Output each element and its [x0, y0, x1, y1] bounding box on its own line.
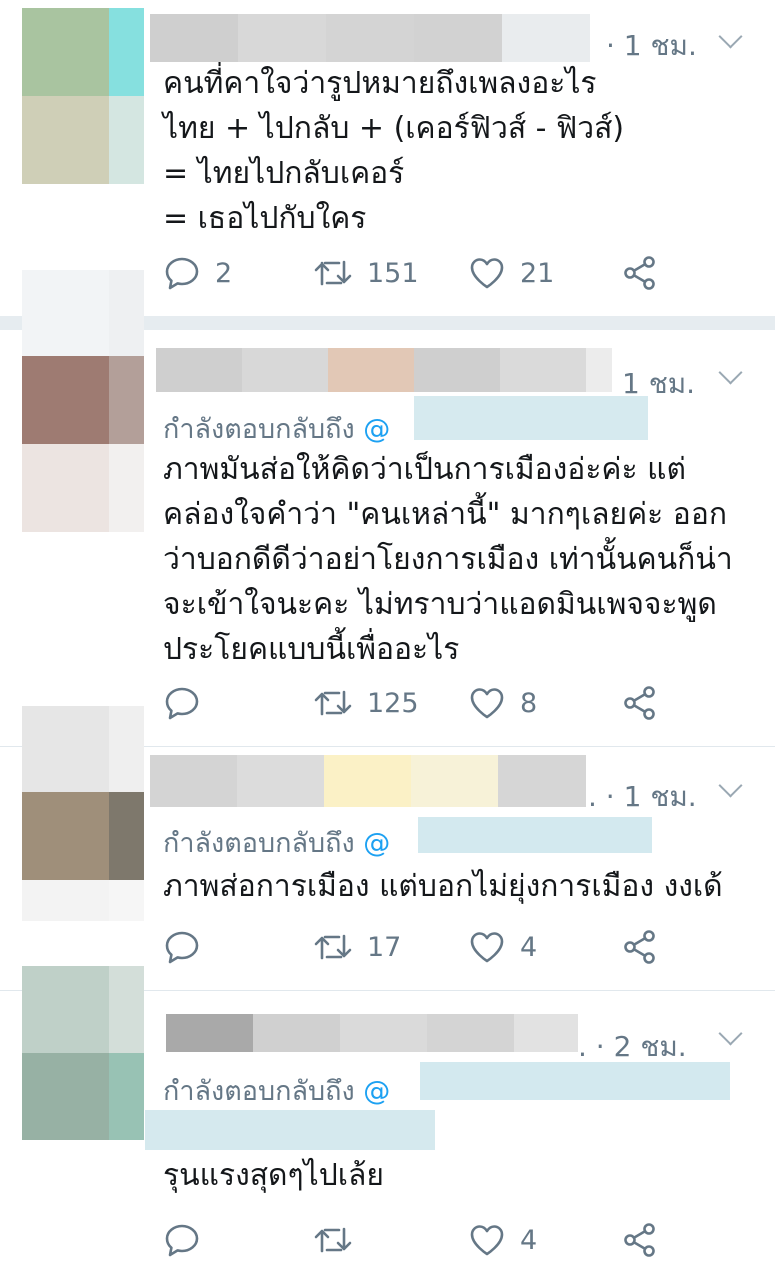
- tweet-text: คนที่คาใจว่ารูปหมายถึงเพลงอะไร ไทย + ไปก…: [163, 66, 625, 236]
- replying-to: กำลังตอบกลับถึง @: [163, 407, 390, 450]
- tweet-text: รุนแรงสุดๆไปเล้ย: [163, 1158, 384, 1193]
- reply-icon: [165, 1224, 199, 1257]
- reply-icon: [165, 931, 199, 964]
- like-button[interactable]: 4: [468, 927, 537, 967]
- heart-icon: [470, 1225, 504, 1256]
- share-icon: [624, 1223, 655, 1257]
- action-bar: 125 8: [163, 683, 703, 723]
- like-count: 21: [520, 257, 555, 289]
- tweet-text: ภาพมันส่อให้คิดว่าเป็นการเมืองอ่ะค่ะ แต่…: [163, 452, 733, 667]
- like-count: 8: [520, 687, 538, 719]
- mention-redacted-line-2: [145, 1110, 435, 1150]
- reply-button[interactable]: [163, 683, 215, 723]
- tweet-3[interactable]: . · 1 ชม. กำลังตอบกลับถึง @ ภาพส่อการเมื…: [0, 706, 775, 990]
- reply-icon: [165, 257, 199, 290]
- avatar[interactable]: [22, 8, 144, 184]
- retweet-count: 17: [367, 931, 402, 963]
- retweet-count: 151: [367, 257, 419, 289]
- reply-button[interactable]: 2: [163, 253, 232, 293]
- author-name-redacted: [156, 348, 612, 392]
- tweet-1[interactable]: · 1 ชม. คนที่คาใจว่ารูปหมายถึงเพลงอะไร ไ…: [0, 0, 775, 316]
- reply-button[interactable]: [163, 1220, 215, 1260]
- chevron-down-icon[interactable]: [718, 1021, 743, 1046]
- action-bar: 17 4: [163, 927, 703, 967]
- heart-icon: [470, 258, 504, 289]
- reply-button[interactable]: [163, 927, 215, 967]
- reply-mention[interactable]: @: [363, 828, 390, 859]
- share-button[interactable]: [621, 1220, 659, 1260]
- share-icon: [624, 930, 655, 964]
- chevron-down-icon[interactable]: [718, 360, 743, 385]
- author-name-redacted: [150, 14, 590, 62]
- retweet-button[interactable]: 151: [313, 253, 419, 293]
- reply-mention[interactable]: @: [363, 1076, 390, 1107]
- retweet-button[interactable]: 125: [313, 683, 419, 723]
- retweet-icon: [314, 1227, 352, 1253]
- heart-icon: [470, 932, 504, 963]
- like-button[interactable]: 8: [468, 683, 537, 723]
- replying-to-label: กำลังตอบกลับถึง: [163, 414, 355, 445]
- like-count: 4: [520, 931, 538, 963]
- retweet-button[interactable]: 17: [313, 927, 401, 967]
- retweet-count: 125: [367, 687, 419, 719]
- share-icon: [624, 686, 655, 720]
- reply-icon: [165, 687, 199, 720]
- timestamp: . · 1 ชม.: [588, 780, 697, 813]
- action-bar: 2 151 21: [163, 253, 703, 293]
- chevron-down-icon[interactable]: [718, 24, 743, 49]
- like-count: 4: [520, 1224, 538, 1256]
- replying-to: กำลังตอบกลับถึง @: [163, 1069, 390, 1112]
- replying-to: กำลังตอบกลับถึง @: [163, 821, 390, 864]
- action-bar: 4: [163, 1220, 703, 1260]
- retweet-icon: [314, 260, 352, 286]
- share-button[interactable]: [621, 683, 659, 723]
- author-name-redacted: [166, 1014, 578, 1052]
- chevron-down-icon[interactable]: [718, 773, 743, 798]
- like-button[interactable]: 21: [468, 253, 554, 293]
- tweet-4[interactable]: . · 2 ชม. กำลังตอบกลับถึง @ รุนแรงสุดๆไป…: [0, 966, 775, 1280]
- avatar[interactable]: [22, 966, 144, 1140]
- share-button[interactable]: [621, 927, 659, 967]
- mention-redacted: [418, 817, 652, 853]
- retweet-button[interactable]: [313, 1220, 367, 1260]
- replying-to-label: กำลังตอบกลับถึง: [163, 1076, 355, 1107]
- reply-count: 2: [215, 257, 233, 289]
- tweet-2[interactable]: 1 ชม. กำลังตอบกลับถึง @ ภาพมันส่อให้คิดว…: [0, 270, 775, 746]
- author-name-redacted: [150, 755, 586, 807]
- share-icon: [624, 256, 655, 290]
- replying-to-label: กำลังตอบกลับถึง: [163, 828, 355, 859]
- avatar[interactable]: [22, 706, 144, 921]
- retweet-icon: [314, 690, 352, 716]
- tweet-text: ภาพส่อการเมือง แต่บอกไม่ยุ่งการเมือง งงเ…: [163, 869, 723, 904]
- mention-redacted: [420, 1062, 730, 1100]
- retweet-icon: [314, 934, 352, 960]
- share-button[interactable]: [621, 253, 659, 293]
- reply-mention[interactable]: @: [363, 414, 390, 445]
- heart-icon: [470, 688, 504, 719]
- like-button[interactable]: 4: [468, 1220, 537, 1260]
- avatar[interactable]: [22, 270, 144, 540]
- mention-redacted: [414, 396, 648, 440]
